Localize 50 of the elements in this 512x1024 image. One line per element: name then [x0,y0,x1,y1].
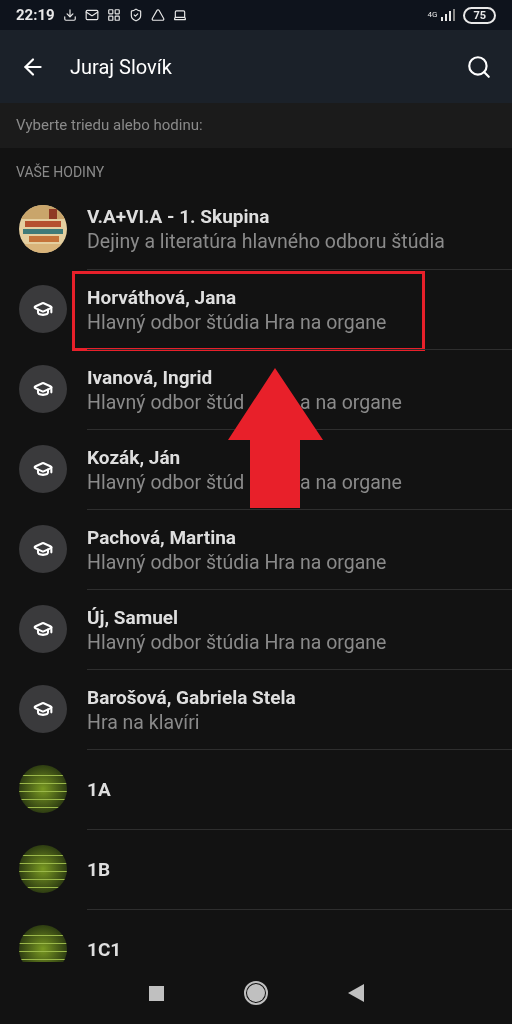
clock: 22:19 [16,4,55,26]
mail-icon [84,8,99,22]
list-item[interactable]: 1A [0,749,512,829]
item-subtitle: Dejiny a literatúra hlavného odboru štúdia [87,229,445,254]
graduation-cap-icon [33,299,53,319]
list-item[interactable]: 1C1 [0,909,512,962]
item-subtitle: Hlavný odbor štúdia Hra na organe [87,549,387,575]
item-subtitle: Hlavný odbor štúdia Hra na organe [87,309,387,335]
item-title: Ivanová, Ingrid [87,364,213,390]
item-subtitle: a na organe [300,469,402,495]
item-title: V.A+VI.A - 1. Skupina [87,204,270,229]
item-subtitle: Hra na klavíri [87,709,200,735]
list-item[interactable]: Pachová, Martina Hlavný odbor štúdia Hra na organe [0,509,512,589]
item-title: 1B [87,857,111,882]
item-title: Pachová, Martina [87,524,236,550]
item-title: 1C1 [87,937,122,962]
item-title: Horváthová, Jana [87,284,237,310]
grid-icon [106,8,121,22]
network-type: 4G [427,11,438,19]
item-subtitle: a na organe [300,389,402,415]
home-icon[interactable] [243,981,268,1005]
item-title: Barošová, Gabriela Stela [87,684,296,710]
graduation-cap-icon [33,619,53,639]
graduation-cap-icon [33,459,53,479]
graduation-cap-icon [33,539,53,559]
laptop-icon [172,8,187,22]
item-subtitle: Hlavný odbor štúd [87,469,246,495]
back-icon[interactable] [347,984,364,1002]
recent-apps-icon[interactable] [148,985,164,1001]
signal-icon [441,9,456,21]
item-title: Kozák, Ján [87,444,181,470]
triangle-icon [150,8,165,22]
graduation-cap-icon [33,379,53,399]
battery-indicator: 75 [463,6,496,24]
item-title: 1A [87,777,111,802]
search-button[interactable] [466,53,492,80]
download-icon [62,8,77,22]
list-item[interactable]: Új, Samuel Hlavný odbor štúdia Hra na organe [0,589,512,669]
list-item[interactable]: Horváthová, Jana Hlavný odbor štúdia Hra na organe [0,269,512,349]
section-header: VAŠE HODINY [16,162,105,182]
graduation-cap-icon [33,699,53,719]
shield-icon [128,8,143,22]
instruction-text: Vyberte triedu alebo hodinu: [16,115,203,137]
item-subtitle: Hlavný odbor štúdia Hra na organe [87,629,387,655]
list-item[interactable]: 1B [0,829,512,909]
page-title: Juraj Slovík [70,53,172,81]
item-title: Új, Samuel [87,604,179,630]
list-item[interactable]: Barošová, Gabriela Stela Hra na klavíri [0,669,512,749]
list-item[interactable]: V.A+VI.A - 1. Skupina Dejiny a literatúra hlavného odboru štúdia [0,189,512,269]
item-subtitle: Hlavný odbor štúd [87,389,246,415]
